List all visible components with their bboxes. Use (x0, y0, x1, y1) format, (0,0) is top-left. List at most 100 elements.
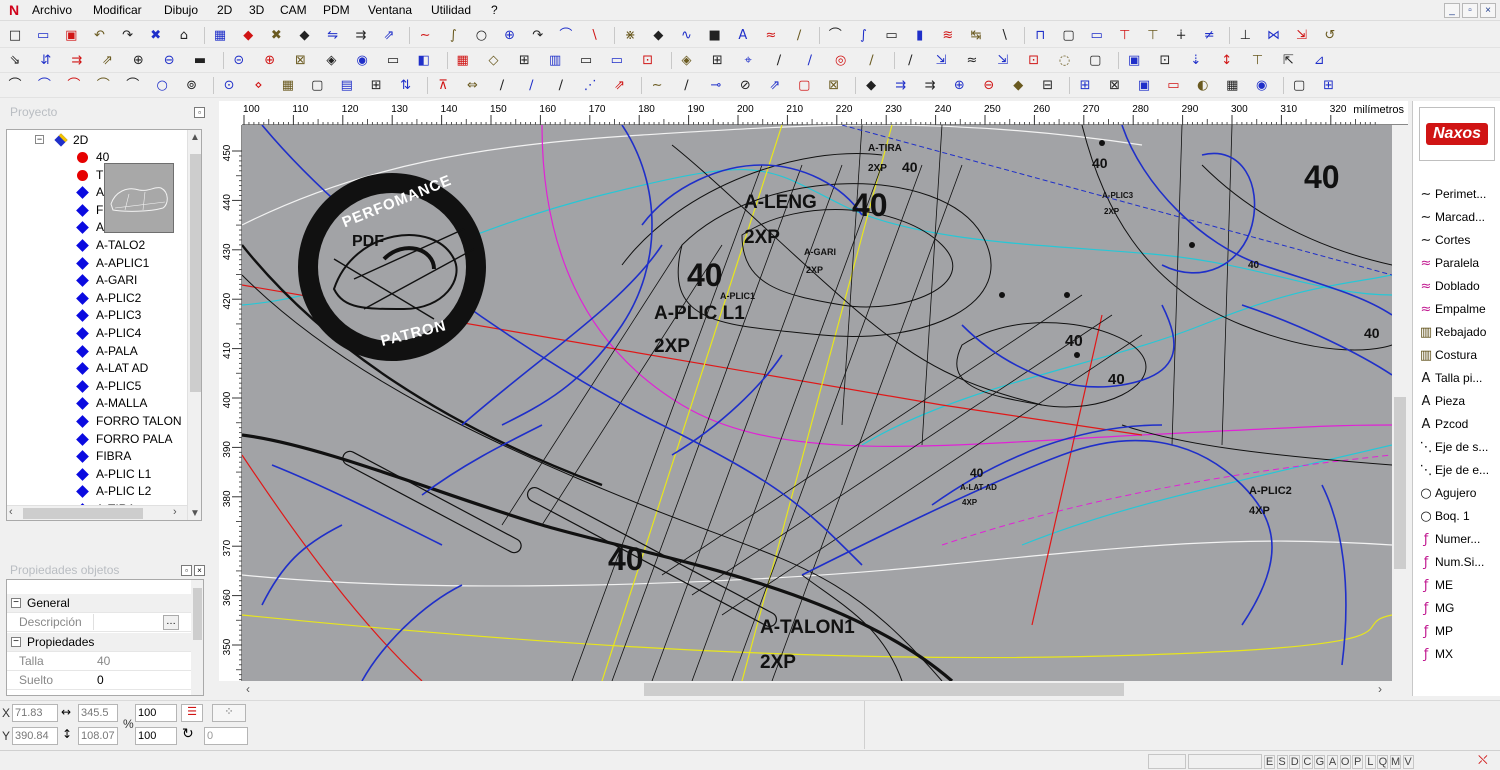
toolbar-tool-icon[interactable]: ⊞ (1320, 77, 1338, 94)
toolbar-tool-icon[interactable]: ⇉ (921, 77, 939, 94)
tool-item[interactable]: ≈ Empalme (1417, 298, 1486, 321)
tree-item[interactable]: A-TALO2 (7, 237, 187, 254)
panel-pin-icon[interactable]: ▫ (194, 107, 205, 118)
tree-horizontal-scrollbar[interactable]: ‹ › (7, 505, 187, 520)
toolbar-tool-icon[interactable]: ⇗ (766, 77, 784, 94)
toolbar-tool-icon[interactable]: ○ (472, 27, 490, 44)
tree-item[interactable]: A-GARI (7, 272, 187, 289)
toolbar-tool-icon[interactable]: ◧ (415, 52, 433, 69)
menu-help[interactable]: ? (491, 3, 498, 17)
toolbar-tool-icon[interactable]: ○ (153, 77, 171, 94)
tool-item[interactable]: ƒ Num.Si... (1417, 551, 1485, 574)
tree-hscroll-thumb[interactable] (23, 508, 143, 519)
toolbar-tool-icon[interactable]: ▭ (883, 27, 901, 44)
toolbar-tool-icon[interactable]: ⌒ (65, 77, 83, 94)
tool-item[interactable]: ▥ Rebajado (1417, 321, 1487, 344)
scroll-right-icon[interactable]: › (1378, 682, 1382, 696)
toolbar-tool-icon[interactable]: ∫ (444, 27, 462, 44)
menu-cam[interactable]: CAM (280, 3, 307, 17)
toolbar-tool-icon[interactable]: ⊞ (1076, 77, 1094, 94)
toolbar-tool-icon[interactable]: ⇉ (352, 27, 370, 44)
toolbar-tool-icon[interactable]: ▦ (1223, 77, 1241, 94)
tree-item[interactable]: A-PLIC2 (7, 290, 187, 307)
toolbar-tool-icon[interactable]: ▦ (454, 52, 472, 69)
toolbar-tool-icon[interactable]: ■ (706, 27, 724, 44)
toolbar-tool-icon[interactable]: ⊘ (736, 77, 754, 94)
toolbar-tool-icon[interactable]: ◈ (322, 52, 340, 69)
menu-modificar[interactable]: Modificar (93, 3, 142, 17)
toolbar-tool-icon[interactable]: ∕ (863, 52, 881, 69)
tool-item[interactable]: ○ Boq. 1 (1417, 505, 1469, 528)
toolbar-tool-icon[interactable]: ⌒ (826, 27, 844, 44)
canvas-horizontal-scrollbar[interactable]: ‹ › (242, 681, 1392, 698)
tool-item[interactable]: ƒ MG (1417, 597, 1455, 620)
restore-button[interactable]: ▫ (1462, 3, 1478, 18)
toolbar-tool-icon[interactable]: ▦ (279, 77, 297, 94)
scroll-right-icon[interactable]: › (173, 506, 177, 518)
toolbar-tool-icon[interactable]: ▣ (1125, 52, 1143, 69)
status-flag[interactable]: Q (1377, 755, 1389, 769)
toolbar-tool-icon[interactable]: ▬ (191, 52, 209, 69)
canvas-vscroll-thumb[interactable] (1394, 397, 1406, 569)
status-flag[interactable]: D (1289, 755, 1301, 769)
tool-item[interactable]: ≈ Doblado (1417, 275, 1480, 298)
toolbar-tool-icon[interactable]: ▭ (577, 52, 595, 69)
prop-group-general[interactable]: − General (7, 594, 191, 613)
toolbar-tool-icon[interactable]: ▮ (911, 27, 929, 44)
toolbar-tool-icon[interactable]: ≈ (762, 27, 780, 44)
toolbar-tool-icon[interactable]: ⇗ (380, 27, 398, 44)
menu-dibujo[interactable]: Dibujo (164, 3, 198, 17)
zoom-y-field[interactable]: 100 (135, 727, 177, 745)
toolbar-tool-icon[interactable]: ▢ (795, 77, 813, 94)
toolbar-tool-icon[interactable]: ⊟ (1039, 77, 1057, 94)
toolbar-tool-icon[interactable]: ⊕ (950, 77, 968, 94)
toolbar-tool-icon[interactable]: ◆ (1009, 77, 1027, 94)
tool-item[interactable]: ∼ Marcad... (1417, 206, 1485, 229)
status-flag[interactable]: C (1301, 755, 1313, 769)
tree-vertical-scrollbar[interactable]: ▲ ▼ (187, 130, 201, 520)
toolbar-tool-icon[interactable]: ∔ (1172, 27, 1190, 44)
scroll-left-icon[interactable]: ‹ (246, 682, 250, 696)
tree-item[interactable]: A-PLIC L1 (7, 466, 187, 483)
status-flag[interactable]: A (1327, 755, 1338, 769)
toolbar-tool-icon[interactable]: ⊓ (1031, 27, 1049, 44)
snap-grid-icon[interactable]: ⁘ (212, 704, 246, 722)
toolbar-tool-icon[interactable]: ↷ (119, 27, 137, 44)
toolbar-tool-icon[interactable]: ⊡ (1156, 52, 1174, 69)
toolbar-tool-icon[interactable]: ◌ (1056, 52, 1074, 69)
toolbar-tool-icon[interactable]: ◆ (862, 77, 880, 94)
group-collapse-icon[interactable]: − (11, 598, 21, 608)
toolbar-tool-icon[interactable]: ▭ (34, 27, 52, 44)
toolbar-tool-icon[interactable]: ⊕ (129, 52, 147, 69)
toolbar-tool-icon[interactable]: ◐ (1194, 77, 1212, 94)
toolbar-tool-icon[interactable]: ⇱ (1279, 52, 1297, 69)
toolbar-tool-icon[interactable]: ⊸ (707, 77, 725, 94)
toolbar-tool-icon[interactable]: ⇲ (1293, 27, 1311, 44)
props-scroll-thumb[interactable] (193, 588, 202, 640)
descripcion-field[interactable] (93, 614, 161, 630)
toolbar-tool-icon[interactable]: ⌂ (175, 27, 193, 44)
toolbar-tool-icon[interactable]: ⊿ (1310, 52, 1328, 69)
props-vertical-scrollbar[interactable] (191, 580, 203, 695)
tree-item[interactable]: A-PLIC5 (7, 378, 187, 395)
toolbar-tool-icon[interactable]: ∕ (901, 52, 919, 69)
toolbar-tool-icon[interactable]: ⇲ (932, 52, 950, 69)
toolbar-tool-icon[interactable]: ⊞ (515, 52, 533, 69)
close-button[interactable]: × (1480, 3, 1496, 18)
menu-pdm[interactable]: PDM (323, 3, 350, 17)
tool-item[interactable]: ƒ ME (1417, 574, 1453, 597)
status-flag[interactable]: E (1264, 755, 1275, 769)
toolbar-tool-icon[interactable]: ⊠ (825, 77, 843, 94)
props-close-icon[interactable]: × (194, 565, 205, 576)
toolbar-tool-icon[interactable]: ↷ (529, 27, 547, 44)
toolbar-tool-icon[interactable]: ◈ (678, 52, 696, 69)
toolbar-tool-icon[interactable]: ∼ (648, 77, 666, 94)
toolbar-tool-icon[interactable]: ∿ (678, 27, 696, 44)
toolbar-tool-icon[interactable]: ⇗ (99, 52, 117, 69)
toolbar-tool-icon[interactable]: ⊞ (708, 52, 726, 69)
prop-suelto-value[interactable]: 0 (97, 671, 104, 690)
tool-item[interactable]: ≈ Paralela (1417, 252, 1479, 275)
scroll-up-icon[interactable]: ▲ (190, 132, 200, 143)
tool-item[interactable]: A Pieza (1417, 390, 1465, 413)
minimize-button[interactable]: _ (1444, 3, 1460, 18)
